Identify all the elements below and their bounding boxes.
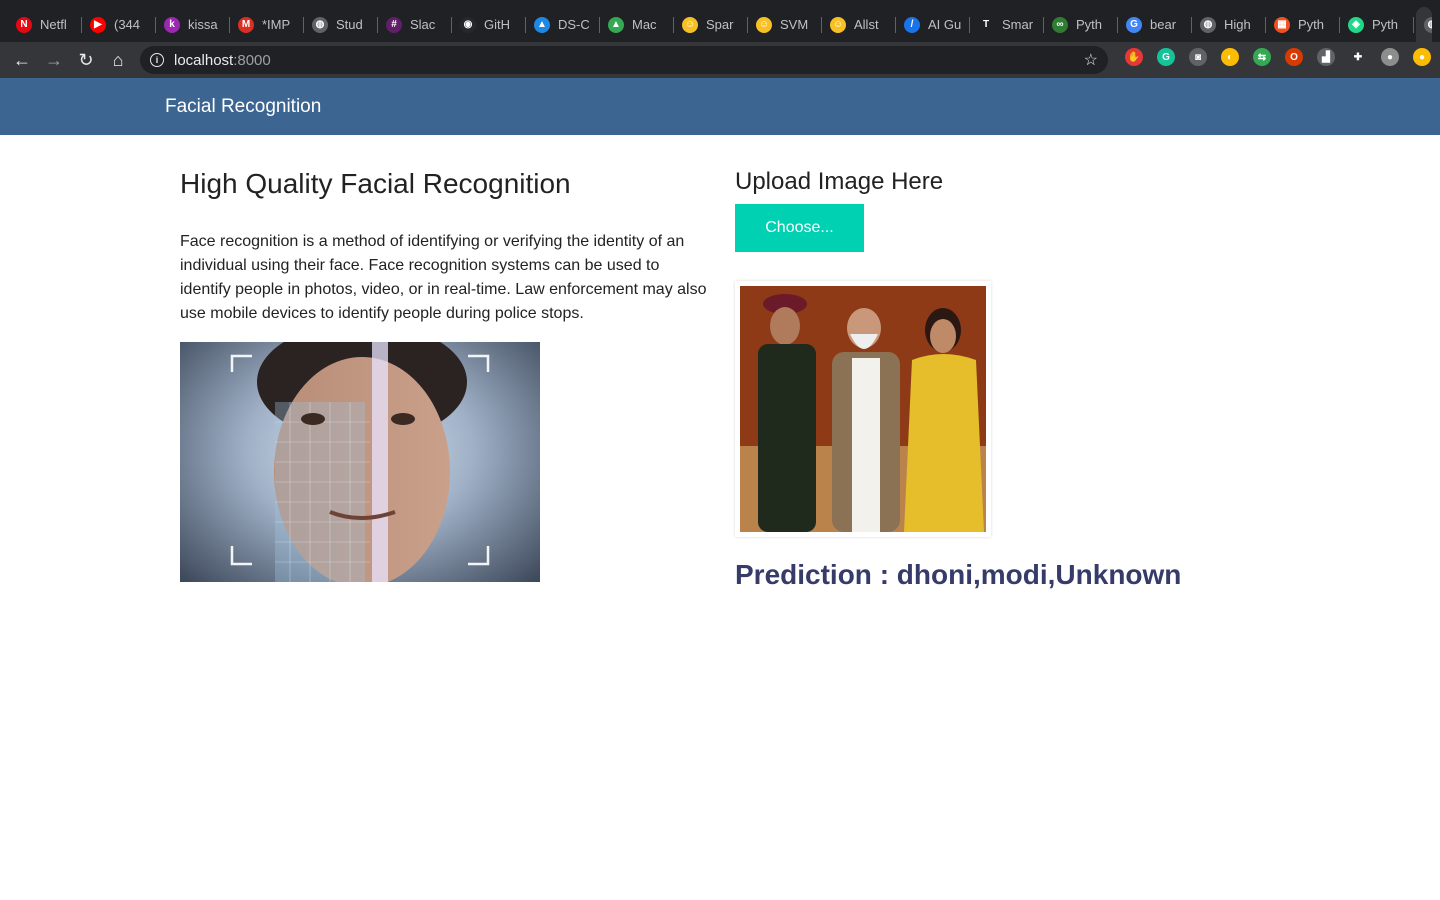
browser-tab[interactable]: k kissa — [156, 7, 230, 42]
smiley-icon: ☺ — [830, 16, 846, 33]
tab-title: Stud — [336, 17, 363, 32]
tab-title: Netfl — [40, 17, 67, 32]
kissa-icon: k — [164, 16, 180, 33]
tab-list: N Netfl ▶ (344 k kissa M *IMP ◍ Stud # Slac ◉ GitH ▲ DS… — [8, 7, 1414, 42]
translate-icon[interactable]: ⇆ — [1253, 48, 1271, 66]
browser-tab[interactable]: ☺ Allst — [822, 7, 896, 42]
classroom-icon: ▲ — [534, 16, 550, 33]
tab-title: Mac — [632, 17, 657, 32]
tab-title: kissa — [188, 17, 218, 32]
globe-icon: ◍ — [312, 16, 328, 33]
drive-icon: ▲ — [608, 16, 624, 33]
github-icon: ◉ — [460, 16, 476, 33]
browser-tab[interactable]: ☺ SVM — [748, 7, 822, 42]
browser-tab[interactable]: / AI Gu — [896, 7, 970, 42]
pycharm-icon: ◈ — [1348, 16, 1364, 33]
tab-title: bear — [1150, 17, 1177, 32]
extensions-bar: ✋ G ◙ ◐ ⇆ O ▟ ✚ ● ● — [1118, 48, 1438, 66]
home-button[interactable]: ⌂ — [102, 44, 134, 76]
browser-tab[interactable]: N Netfl — [8, 7, 82, 42]
youtube-icon: ▶ — [90, 16, 106, 33]
office-icon[interactable]: O — [1285, 48, 1303, 66]
browser-tab[interactable]: ◉ GitH — [452, 7, 526, 42]
description-text: Face recognition is a method of identify… — [180, 233, 707, 322]
tab-title: Pyth — [1076, 17, 1103, 32]
browser-tab[interactable]: ◍ High — [1192, 7, 1266, 42]
smart-icon: T — [978, 16, 994, 33]
browser-tab[interactable]: Gbear — [1118, 7, 1192, 42]
tab-title: DS-C — [558, 17, 590, 32]
browser-tab[interactable]: ☺ Spar — [674, 7, 748, 42]
puzzle-icon[interactable]: ✚ — [1349, 48, 1367, 66]
analytics-icon[interactable]: ▟ — [1317, 48, 1335, 66]
microsoft-icon: ▦ — [1274, 16, 1290, 33]
group-photo-illustration — [740, 286, 986, 532]
browser-tab[interactable]: M *IMP — [230, 7, 304, 42]
tab-title: AI Gu — [928, 17, 962, 32]
gmail-icon: M — [238, 16, 254, 33]
face-scan-illustration — [230, 342, 490, 582]
choose-file-button[interactable]: Choose... — [735, 204, 864, 252]
uploaded-photo — [740, 286, 986, 532]
back-button[interactable]: ← — [6, 44, 38, 76]
browser-tab[interactable]: ◍ Stud — [304, 7, 378, 42]
tab-title: Smar — [1002, 17, 1034, 32]
python-icon: ∞ — [1052, 16, 1068, 33]
info-column: High Quality Facial Recognition Face rec… — [180, 135, 710, 582]
upload-column: Upload Image Here Choose... Prediction:… — [735, 135, 1255, 591]
upload-title: Upload Image Here — [735, 168, 944, 195]
netflix-icon: N — [16, 16, 32, 33]
forward-button[interactable]: → — [38, 44, 70, 76]
brand-title[interactable]: Facial Recognition — [165, 96, 321, 118]
smiley-icon: ☺ — [756, 16, 772, 33]
tab-title: Pyth — [1298, 17, 1325, 32]
face-scan-image — [180, 342, 540, 582]
globe-icon: ◍ — [1200, 16, 1216, 33]
url-port: :8000 — [233, 51, 271, 69]
tab-title: High — [1224, 17, 1251, 32]
browser-tab[interactable]: ∞ Pyth — [1044, 7, 1118, 42]
browser-tab[interactable]: ▶ (344 — [82, 7, 156, 42]
globe-icon: ◍ — [1424, 16, 1432, 33]
smiley-icon: ☺ — [682, 16, 698, 33]
grammarly-icon[interactable]: G — [1157, 48, 1175, 66]
adblock-icon[interactable]: ✋ — [1125, 48, 1143, 66]
browser-tab[interactable]: ▲ DS-C — [526, 7, 600, 42]
tab-title: (344 — [114, 17, 141, 32]
slack-icon: # — [386, 16, 402, 33]
tab-title: Slac — [410, 17, 436, 32]
tab-title: *IMP — [262, 17, 291, 32]
address-bar[interactable]: i localhost:8000 ☆ — [140, 46, 1108, 74]
tab-title: Pyth — [1372, 17, 1399, 32]
browser-tab[interactable]: ▲ Mac — [600, 7, 674, 42]
browser-tab[interactable]: ▦ Pyth — [1266, 7, 1340, 42]
url-host: localhost — [174, 51, 234, 69]
tab-title: Allst — [854, 17, 879, 32]
tab-title: Spar — [706, 17, 734, 32]
browser-tab[interactable]: T Smar — [970, 7, 1044, 42]
reload-button[interactable]: ↻ — [70, 44, 102, 76]
tab-active[interactable]: ◍ H ✕ — [1416, 7, 1432, 42]
ai-icon: / — [904, 16, 920, 33]
coin-icon[interactable]: ◐ — [1221, 48, 1239, 66]
browser-tab[interactable]: # Slac — [378, 7, 452, 42]
uploaded-image-frame — [735, 281, 991, 537]
browser-toolbar: ← → ↻ ⌂ i localhost:8000 ☆ ✋ G ◙ ◐ ⇆ O ▟ ✚ ● ● — [0, 42, 1440, 78]
tab-strip: N Netfl ▶ (344 k kissa M *IMP ◍ Stud # Slac ◉ GitH ▲ DS… — [0, 0, 1440, 42]
tab-title: GitH — [484, 17, 510, 32]
update-icon[interactable]: ● — [1413, 48, 1431, 66]
page-heading: High Quality Facial Recognition — [180, 168, 571, 199]
site-navbar: Facial Recognition — [0, 78, 1440, 135]
browser-tab[interactable]: ◈ Pyth — [1340, 7, 1414, 42]
prediction-result: Prediction : dhoni,modi,Unknown — [735, 559, 1182, 590]
bookmark-star-icon[interactable]: ☆ — [1084, 50, 1098, 70]
keep-icon[interactable]: ◙ — [1189, 48, 1207, 66]
site-info-icon[interactable]: i — [150, 53, 164, 67]
google-icon: G — [1126, 16, 1142, 33]
profile-avatar[interactable]: ● — [1381, 48, 1399, 66]
tab-title: SVM — [780, 17, 809, 32]
